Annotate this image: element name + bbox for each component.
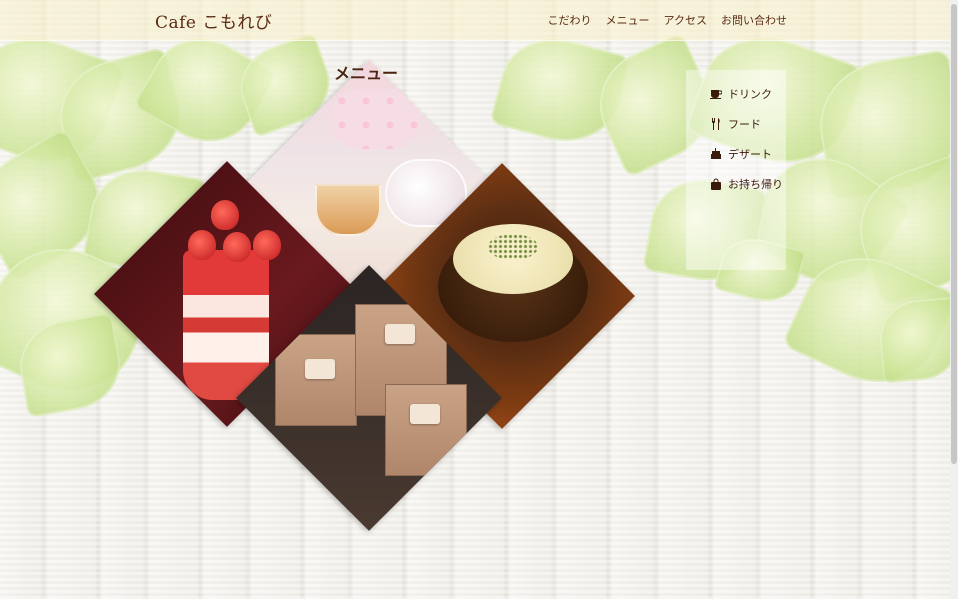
category-label: ドリンク — [728, 88, 772, 101]
category-label: お持ち帰り — [728, 178, 783, 191]
cup-icon — [710, 88, 722, 100]
cake-icon — [710, 148, 722, 160]
scroll-thumb[interactable] — [951, 4, 957, 464]
bag-icon — [710, 178, 722, 190]
nav-item-menu[interactable]: メニュー — [606, 12, 650, 28]
nav-item-access[interactable]: アクセス — [664, 12, 707, 28]
site-logo[interactable]: Cafe こもれび — [155, 8, 272, 33]
category-drink[interactable]: ドリンク — [710, 86, 786, 102]
fork-knife-icon — [710, 118, 722, 130]
scrollbar[interactable] — [950, 0, 958, 599]
nav-item-kodawari[interactable]: こだわり — [548, 12, 592, 28]
main-nav: こだわり メニュー アクセス お問い合わせ — [548, 12, 787, 28]
nav-item-contact[interactable]: お問い合わせ — [721, 12, 787, 28]
category-takeout[interactable]: お持ち帰り — [710, 176, 786, 192]
page-title: メニュー — [334, 64, 399, 83]
category-label: フード — [728, 118, 761, 131]
category-label: デザート — [728, 148, 772, 161]
site-header: Cafe こもれび こだわり メニュー アクセス お問い合わせ — [0, 0, 958, 41]
category-food[interactable]: フード — [710, 116, 786, 132]
category-dessert[interactable]: デザート — [710, 146, 786, 162]
menu-category-list: ドリンク フード デザート お持ち帰り — [686, 70, 786, 270]
